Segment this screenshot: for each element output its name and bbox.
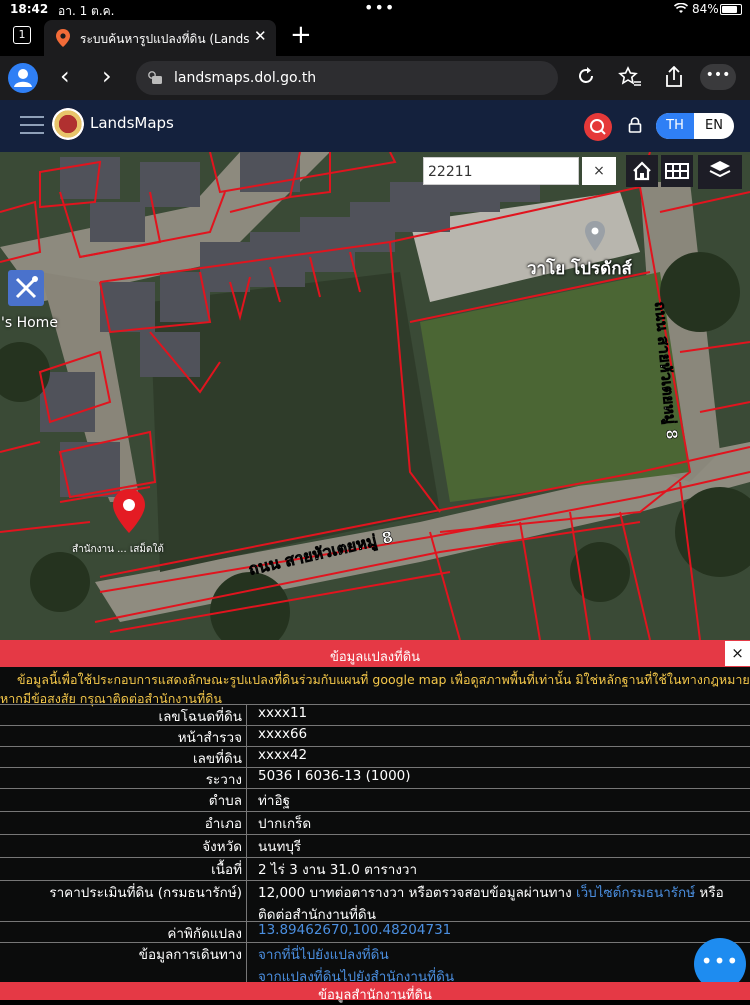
site-settings-icon[interactable] <box>148 71 164 85</box>
row-value: xxxx66 <box>258 726 308 742</box>
reload-icon[interactable] <box>576 66 596 86</box>
share-icon[interactable] <box>664 66 684 88</box>
multitask-dots-icon[interactable]: ••• <box>364 0 395 17</box>
row-label: ข้อมูลการเดินทาง <box>138 947 242 963</box>
map-pin-favicon <box>56 29 70 47</box>
land-office-title: ข้อมูลสำนักงานที่ดิน <box>318 988 432 1003</box>
row-value: 5036 I 6036-13 (1000) <box>258 768 411 784</box>
parcel-info-panel: ข้อมูลนี้เพื่อใช้ประกอบการแสดงลักษณะรูปแ… <box>0 667 750 985</box>
disclaimer-text: ข้อมูลนี้เพื่อใช้ประกอบการแสดงลักษณะรูปแ… <box>0 672 750 706</box>
app-header: LandsMaps TH EN <box>0 100 750 152</box>
row-label: อำเภอ <box>204 816 242 832</box>
table-row: หน้าสำรวจ xxxx66 <box>0 726 750 747</box>
row-label: เลขที่ดิน <box>192 751 242 767</box>
table-row-price: ราคาประเมินที่ดิน (กรมธนารักษ์) 12,000 บ… <box>0 881 750 925</box>
coordinates-link[interactable]: 13.89462670,100.48204731 <box>258 922 451 938</box>
map-view[interactable]: 22211 × วาโย โปรดักส์ 's Home สำนักงาน .… <box>0 152 750 640</box>
tab-count-icon[interactable]: 1 <box>13 26 31 44</box>
lang-th-button[interactable]: TH <box>656 113 694 139</box>
plus-icon[interactable]: + <box>290 20 312 50</box>
menu-icon[interactable] <box>20 116 44 140</box>
row-label: ราคาประเมินที่ดิน (กรมธนารักษ์) <box>49 885 242 901</box>
road-labels: ถนน สายหัวเตยหมู่ 8 ถนน สายหัวเตยหมู่ 8 <box>246 300 681 581</box>
table-row: อำเภอ ปากเกร็ด <box>0 812 750 835</box>
table-row-travel: ข้อมูลการเดินทาง จากที่นี่ไปยังแปลงที่ดิ… <box>0 943 750 985</box>
tab-bar: 1 ระบบค้นหารูปแปลงที่ดิน (LandsMaps) ✕ + <box>0 18 750 56</box>
row-label: เนื้อที่ <box>211 862 242 878</box>
parcel-info-header: ข้อมูลแปลงที่ดิน × <box>0 640 750 667</box>
row-value: ท่าอิฐ <box>258 793 291 809</box>
parcel-table: เลขโฉนดที่ดิน xxxx11 หน้าสำรวจ xxxx66 เลขท… <box>0 704 750 985</box>
status-bar: 18:42 อา. 1 ต.ค. ••• 84% <box>0 0 750 18</box>
row-value: 2 ไร่ 3 งาน 31.0 ตารางวา <box>258 862 418 878</box>
row-label: ค่าพิกัดแปลง <box>167 926 242 942</box>
table-row: เนื้อที่ 2 ไร่ 3 งาน 31.0 ตารางวา <box>0 858 750 881</box>
search-icon[interactable] <box>584 113 612 141</box>
battery-icon <box>720 4 742 15</box>
row-value: นนทบุรี <box>258 839 302 855</box>
tab-title: ระบบค้นหารูปแปลงที่ดิน (LandsMaps) <box>80 32 250 46</box>
treasury-website-link[interactable]: เว็บไซต์กรมธนารักษ์ <box>576 885 695 901</box>
panel-title: ข้อมูลแปลงที่ดิน <box>329 650 421 665</box>
close-icon[interactable]: ✕ <box>254 27 267 45</box>
address-bar: ‹ › landsmaps.dol.go.th ••• <box>0 56 750 100</box>
row-value: xxxx42 <box>258 747 308 763</box>
table-row: เลขโฉนดที่ดิน xxxx11 <box>0 705 750 726</box>
road-label-vertical: ถนน สายหัวเตยหมู่ 8 <box>650 301 681 441</box>
price-value: 12,000 บาทต่อตารางวา หรือตรวจสอบข้อมูลผ่… <box>258 881 750 925</box>
table-row: เลขที่ดิน xxxx42 <box>0 747 750 768</box>
wifi-icon <box>674 3 688 13</box>
close-icon[interactable]: × <box>725 641 750 666</box>
more-icon[interactable]: ••• <box>700 64 736 90</box>
road-label-horizontal: ถนน สายหัวเตยหมู่ 8 <box>247 527 396 581</box>
land-office-header[interactable]: ข้อมูลสำนักงานที่ดิน <box>0 982 750 1003</box>
browser-tab[interactable]: ระบบค้นหารูปแปลงที่ดิน (LandsMaps) ✕ <box>44 20 276 56</box>
row-value: ปากเกร็ด <box>258 816 312 832</box>
back-icon[interactable]: ‹ <box>60 62 70 90</box>
lock-icon[interactable] <box>628 117 642 133</box>
row-label: หน้าสำรวจ <box>177 730 242 746</box>
favorites-icon[interactable] <box>618 66 642 88</box>
price-text: 12,000 บาทต่อตารางวา หรือตรวจสอบข้อมูลผ่… <box>258 885 576 901</box>
row-label: ตำบล <box>208 793 242 809</box>
landsmaps-logo <box>52 108 84 140</box>
url-field[interactable]: landsmaps.dol.go.th <box>136 61 558 95</box>
table-row: จังหวัด นนทบุรี <box>0 835 750 858</box>
table-row: ระวาง 5036 I 6036-13 (1000) <box>0 768 750 789</box>
forward-icon[interactable]: › <box>102 62 112 90</box>
url-text: landsmaps.dol.go.th <box>174 70 317 86</box>
table-row-coords: ค่าพิกัดแปลง 13.89462670,100.48204731 <box>0 922 750 943</box>
status-time: 18:42 <box>10 2 49 16</box>
language-switch[interactable]: TH EN <box>656 113 734 139</box>
row-value: xxxx11 <box>258 705 308 721</box>
row-label: จังหวัด <box>202 839 242 855</box>
battery-percent: 84% <box>692 2 719 16</box>
row-label: ระวาง <box>205 772 242 788</box>
row-label: เลขโฉนดที่ดิน <box>158 709 242 725</box>
profile-icon[interactable] <box>8 63 38 93</box>
route-to-parcel-link[interactable]: จากที่นี่ไปยังแปลงที่ดิน <box>258 943 746 965</box>
table-row: ตำบล ท่าอิฐ <box>0 789 750 812</box>
lang-en-button[interactable]: EN <box>694 113 734 139</box>
brand-name: LandsMaps <box>90 114 174 132</box>
